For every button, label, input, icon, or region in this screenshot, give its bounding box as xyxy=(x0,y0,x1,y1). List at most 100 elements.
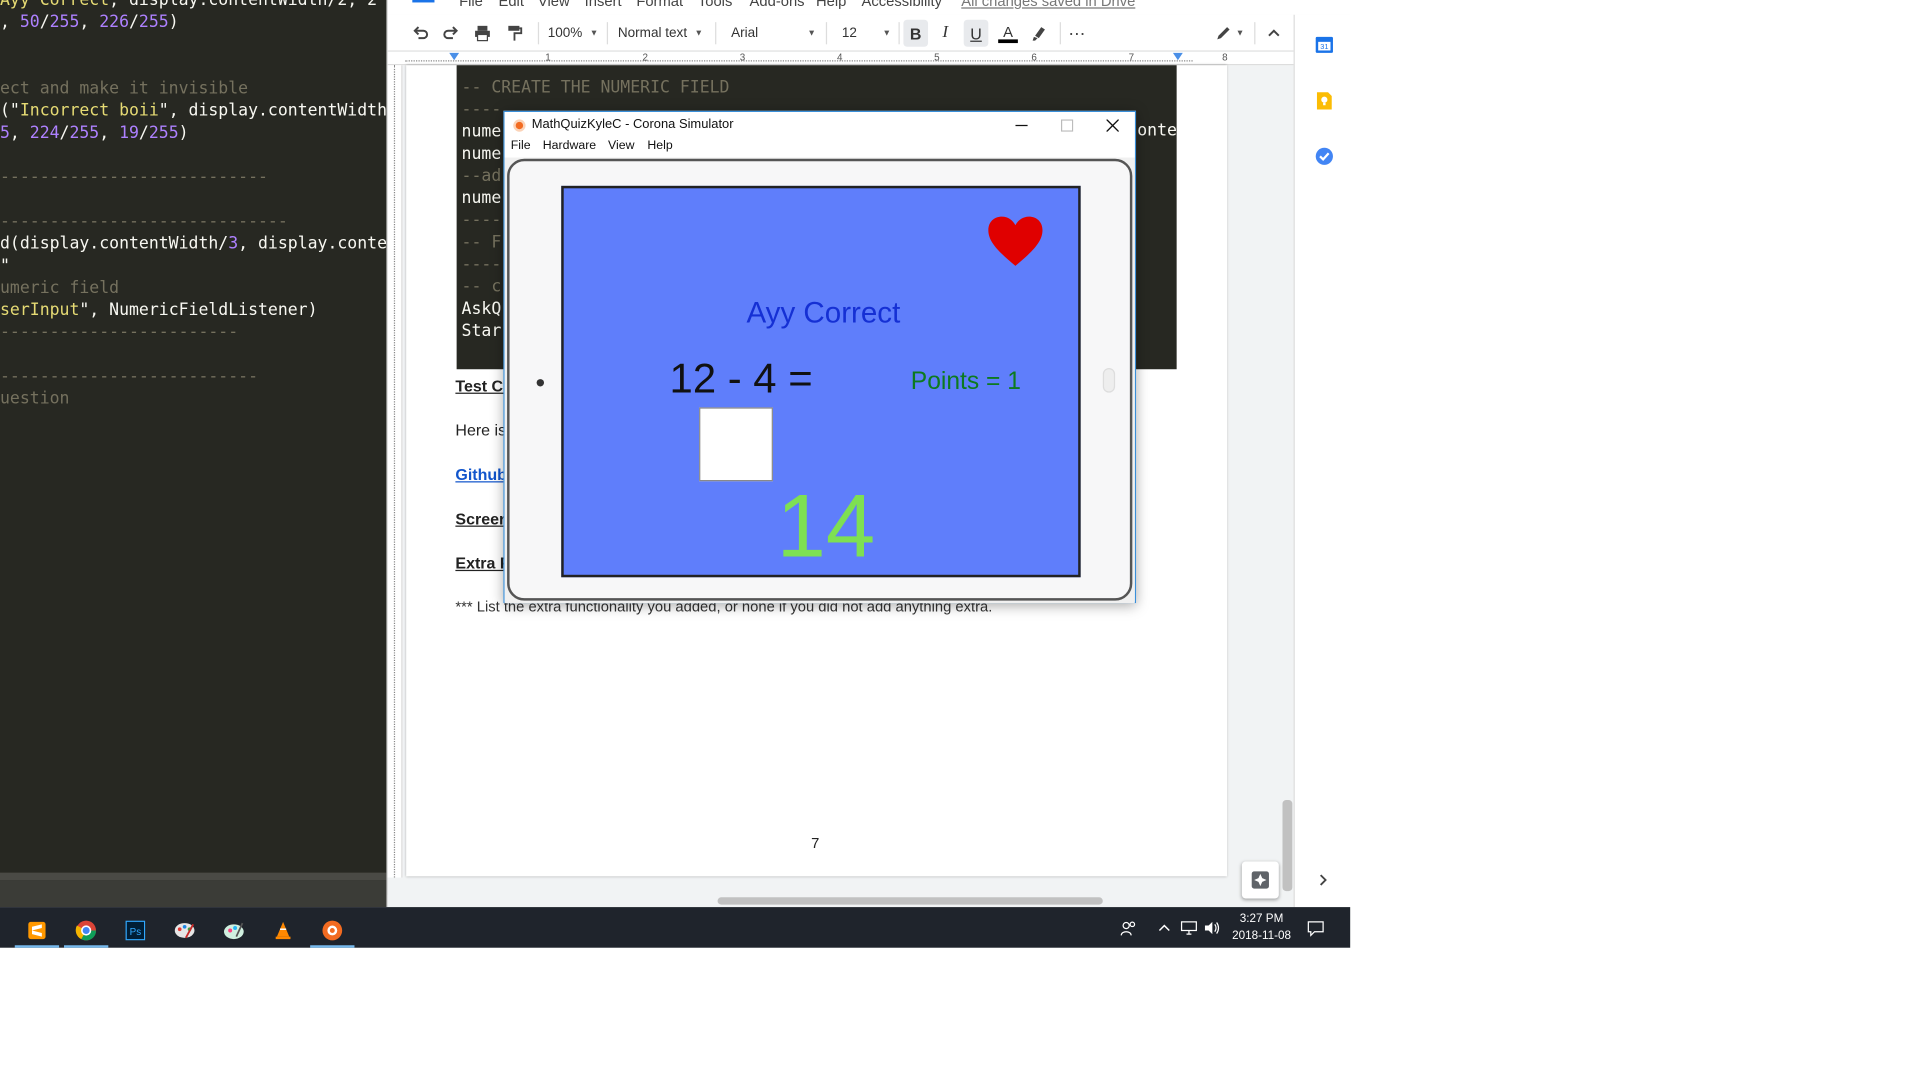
paragraph-style-select[interactable]: Normal text ▼ xyxy=(618,20,707,47)
ruler-number: 3 xyxy=(739,51,746,63)
code-token: " xyxy=(0,257,10,276)
heading-extra: Extra F xyxy=(455,553,510,573)
vlc-icon[interactable] xyxy=(258,913,307,947)
minimize-button[interactable] xyxy=(998,112,1044,138)
text-color-icon: A xyxy=(1003,22,1013,41)
network-icon[interactable] xyxy=(1180,907,1197,948)
italic-button[interactable]: I xyxy=(934,20,956,47)
toolbar-separator xyxy=(825,22,828,45)
maximize-button[interactable] xyxy=(1044,112,1090,138)
paint-icon[interactable] xyxy=(160,913,209,947)
people-icon[interactable] xyxy=(1120,907,1137,948)
redo-button[interactable] xyxy=(442,20,464,47)
ruler-ticks xyxy=(393,65,396,878)
paint-format-button[interactable] xyxy=(506,20,528,47)
right-indent-marker[interactable] xyxy=(1172,52,1183,61)
horizontal-scrollbar[interactable] xyxy=(387,894,1294,908)
corona-simulator-window[interactable]: MathQuizKyleC - Corona Simulator File Ha… xyxy=(503,110,1137,604)
menu-view[interactable]: View xyxy=(538,0,570,10)
chevron-up-icon[interactable] xyxy=(1158,907,1170,948)
windows-taskbar: Ps 3:27 PM 2018-11-08 xyxy=(0,907,1351,948)
editor-status-area xyxy=(0,880,387,908)
app-screen[interactable]: Ayy Correct 12 - 4 = Points = 1 14 xyxy=(561,185,1081,578)
device-skin: Ayy Correct 12 - 4 = Points = 1 14 xyxy=(507,158,1133,601)
menu-file[interactable]: File xyxy=(459,0,483,10)
code-token: (" xyxy=(0,102,20,121)
keep-icon[interactable] xyxy=(1314,91,1334,117)
sim-menu-file[interactable]: File xyxy=(511,139,531,153)
svg-text:31: 31 xyxy=(1320,42,1328,51)
paint-3d-icon[interactable] xyxy=(209,913,258,947)
highlight-button[interactable] xyxy=(1030,20,1052,47)
code-token: 255 xyxy=(49,13,80,33)
notifications-icon[interactable] xyxy=(1307,907,1324,948)
points-text: Points = 1 xyxy=(910,368,1021,396)
code-token: d(display.contentWidth/ xyxy=(0,235,229,254)
print-button[interactable] xyxy=(474,20,496,47)
photoshop-icon[interactable]: Ps xyxy=(111,913,160,947)
sublime-text-icon[interactable] xyxy=(12,913,61,948)
more-options-button[interactable]: ⋯ xyxy=(1068,20,1090,47)
explore-button[interactable] xyxy=(1241,861,1279,899)
tasks-icon[interactable] xyxy=(1314,146,1334,172)
code-token: , xyxy=(0,13,20,33)
github-link[interactable]: Github xyxy=(455,465,507,483)
ruler-number: 8 xyxy=(1222,51,1228,63)
menu-accessibility[interactable]: Accessibility xyxy=(862,0,942,10)
menu-format[interactable]: Format xyxy=(636,0,683,10)
menu-edit[interactable]: Edit xyxy=(498,0,523,10)
close-button[interactable] xyxy=(1089,112,1135,138)
home-button[interactable] xyxy=(536,379,545,387)
docs-menubar: File Edit View Insert Format Tools Add-o… xyxy=(387,0,1352,15)
menu-tools[interactable]: Tools xyxy=(698,0,732,10)
maximize-icon xyxy=(1060,118,1073,132)
volume-icon[interactable] xyxy=(1204,907,1221,948)
code-token: / xyxy=(138,124,149,143)
font-value: Arial xyxy=(731,25,759,41)
code-token: / xyxy=(39,13,50,33)
menu-insert[interactable]: Insert xyxy=(585,0,622,10)
toolbar-separator xyxy=(1059,22,1061,45)
answer-input[interactable] xyxy=(699,407,773,482)
sim-menu-view[interactable]: View xyxy=(608,139,634,153)
close-icon xyxy=(1105,118,1119,132)
code-token: ", display.contentWidth xyxy=(158,102,387,121)
vertical-ruler[interactable] xyxy=(387,65,403,878)
menu-addons[interactable]: Add-ons xyxy=(750,0,805,10)
vertical-scrollbar-thumb[interactable] xyxy=(1282,800,1293,892)
horizontal-ruler[interactable]: 1 2 3 4 5 6 7 8 xyxy=(387,51,1294,66)
horizontal-scrollbar-thumb[interactable] xyxy=(717,897,1103,905)
chevron-down-icon: ▼ xyxy=(694,28,704,38)
code-editor[interactable]: Ayy Correct, display.contentWidth/2, 2 ,… xyxy=(0,0,387,908)
zoom-select[interactable]: 100% ▼ xyxy=(548,20,600,47)
code-token: -- F xyxy=(461,233,502,253)
corona-simulator-icon[interactable] xyxy=(308,913,357,948)
font-select[interactable]: Arial ▼ xyxy=(731,20,817,47)
chevron-down-icon: ▼ xyxy=(589,28,599,38)
menu-help[interactable]: Help xyxy=(816,0,846,10)
saved-status[interactable]: All changes saved in Drive xyxy=(961,0,1135,10)
code-token: ect and make it invisible xyxy=(0,80,249,99)
simulator-title-bar[interactable]: MathQuizKyleC - Corona Simulator xyxy=(504,112,1135,138)
code-text[interactable]: Ayy Correct, display.contentWidth/2, 2 ,… xyxy=(0,0,386,411)
code-token: , xyxy=(9,124,30,143)
expand-side-panel-button[interactable] xyxy=(1317,871,1329,893)
collapse-toolbar-button[interactable] xyxy=(1266,20,1286,47)
chrome-icon[interactable] xyxy=(62,913,111,948)
sim-menu-hardware[interactable]: Hardware xyxy=(543,139,596,153)
text-color-button[interactable]: A xyxy=(996,20,1021,47)
ruler-number: 4 xyxy=(836,51,843,63)
toolbar-separator xyxy=(898,22,900,45)
editing-mode-button[interactable]: ▼ xyxy=(1215,20,1249,47)
code-token: , display.conte xyxy=(238,235,387,254)
code-token: , display.contentWidth/2, 2 xyxy=(109,0,378,10)
sim-menu-help[interactable]: Help xyxy=(647,139,672,153)
left-indent-marker[interactable] xyxy=(449,52,460,61)
editor-horizontal-scrollbar[interactable] xyxy=(0,872,387,881)
underline-button[interactable]: U xyxy=(963,19,989,47)
calendar-icon[interactable]: 31 xyxy=(1314,34,1334,60)
undo-button[interactable] xyxy=(412,20,434,47)
font-size-select[interactable]: 12 ▼ xyxy=(842,20,891,47)
system-clock[interactable]: 3:27 PM 2018-11-08 xyxy=(1223,911,1299,945)
bold-button[interactable]: B xyxy=(903,19,929,47)
